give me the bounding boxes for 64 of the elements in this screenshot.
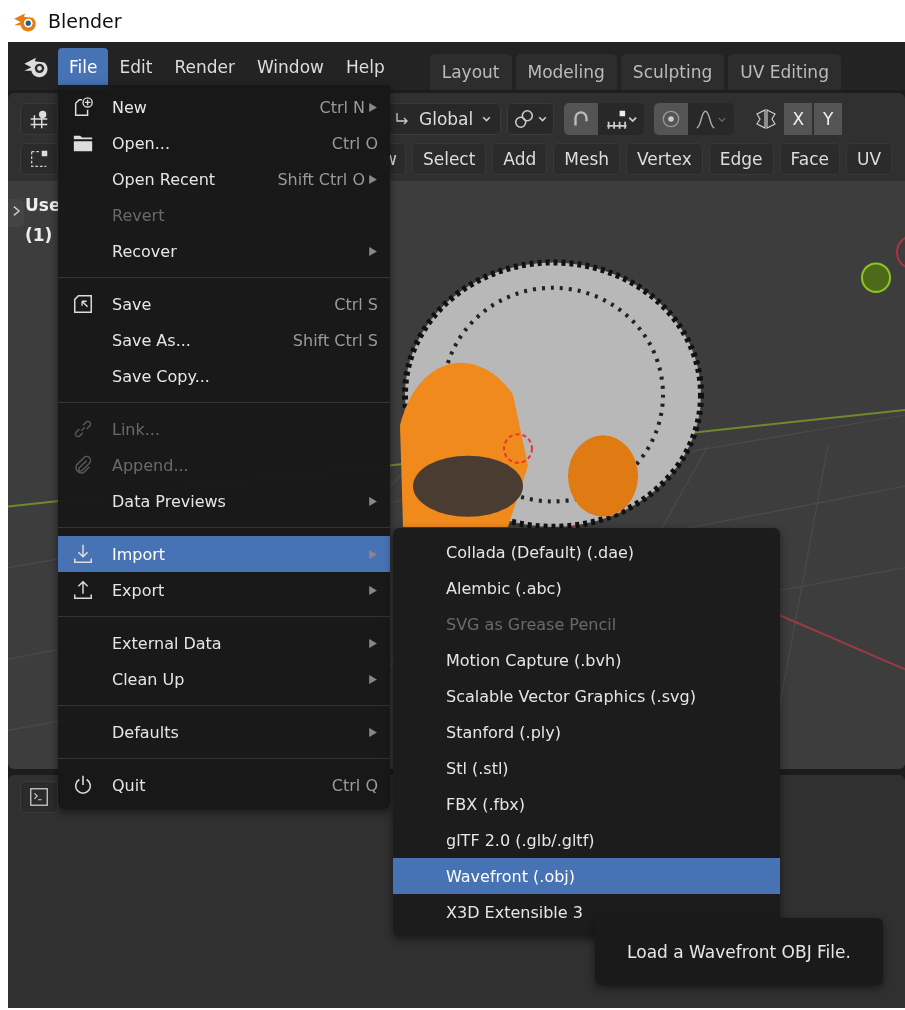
menu-entry[interactable]: glTF 2.0 (.glb/.gltf)	[393, 822, 780, 858]
header-menu[interactable]: UV	[845, 143, 893, 175]
menu-entry[interactable]: Recover	[58, 233, 390, 269]
menu-item[interactable]: Help	[334, 48, 396, 90]
axis-toggle[interactable]: X	[784, 103, 813, 135]
menu-entry[interactable]: Quit Ctrl Q	[58, 767, 390, 803]
menu-entry[interactable]: Clean Up	[58, 661, 390, 697]
viewport-info-text: (1)	[25, 225, 54, 245]
pivot-dropdown[interactable]	[507, 103, 555, 135]
save-icon	[72, 293, 94, 315]
linked-circles-icon	[513, 108, 536, 130]
workspace-tab[interactable]: UV Editing	[728, 54, 841, 90]
menu-entry[interactable]: Data Previews	[58, 483, 390, 519]
window-title: Blender	[48, 10, 122, 32]
power-icon	[72, 774, 94, 796]
menu-entry[interactable]: Import	[58, 536, 390, 572]
snap-toggle[interactable]	[564, 103, 599, 135]
menu-item[interactable]: Window	[245, 48, 335, 90]
menu-entry[interactable]: Export	[58, 572, 390, 608]
menu-entry[interactable]: Save Ctrl S	[58, 286, 390, 322]
chevron-right-icon	[11, 204, 21, 218]
workspace-tab[interactable]: Sculpting	[620, 54, 725, 90]
menu-entry[interactable]: Collada (Default) (.dae)	[393, 534, 780, 570]
proportional-edit-toggle[interactable]	[654, 103, 689, 135]
menu-entry[interactable]: External Data	[58, 625, 390, 661]
menu-item[interactable]: Render	[163, 48, 246, 90]
menu-entry[interactable]: Wavefront (.obj)	[393, 858, 780, 894]
pivot-icon	[28, 108, 50, 130]
menu-item[interactable]: Edit	[108, 48, 164, 90]
menu-entry[interactable]: Save As... Shift Ctrl S	[58, 322, 390, 358]
tooltip-text: Load a Wavefront OBJ File.	[627, 941, 851, 962]
menu-entry[interactable]: Motion Capture (.bvh)	[393, 642, 780, 678]
menu-entry[interactable]: FBX (.fbx)	[393, 786, 780, 822]
header-menu[interactable]: Face	[779, 143, 840, 175]
menu-entry[interactable]: Save Copy...	[58, 358, 390, 394]
menu-entry[interactable]: Defaults	[58, 714, 390, 750]
snap-increment-dropdown[interactable]	[598, 103, 645, 135]
header-menu[interactable]: Vertex	[626, 143, 703, 175]
editor-type-button[interactable]	[20, 781, 58, 813]
transform-pivot-button[interactable]	[20, 103, 58, 135]
header-menu[interactable]: Add	[492, 143, 548, 175]
menu-entry[interactable]: Stanford (.ply)	[393, 714, 780, 750]
menu-entry[interactable]: Stl (.stl)	[393, 750, 780, 786]
select-box-icon	[28, 148, 50, 170]
upload-icon	[72, 579, 94, 601]
new-file-icon	[72, 96, 94, 118]
snap-increment-icon	[604, 108, 639, 130]
axis-toggle[interactable]: Y	[814, 103, 843, 135]
console-icon	[28, 786, 50, 808]
header-menu[interactable]: Edge	[708, 143, 774, 175]
workspace-tab[interactable]: Layout	[429, 54, 512, 90]
menu-entry[interactable]: Alembic (.abc)	[393, 570, 780, 606]
sidebar-toggle[interactable]	[8, 199, 24, 227]
paperclip-icon	[72, 454, 94, 476]
menu-entry[interactable]: Scalable Vector Graphics (.svg)	[393, 678, 780, 714]
falloff-curve-icon	[694, 108, 729, 130]
falloff-dropdown[interactable]	[688, 103, 735, 135]
select-mode-button[interactable]	[20, 143, 58, 175]
download-icon	[72, 543, 94, 565]
header-menu[interactable]: Select	[411, 143, 487, 175]
link-icon	[72, 418, 94, 440]
viewport-info-text: Use	[25, 195, 61, 215]
workspace-tab[interactable]: Modeling	[515, 54, 617, 90]
header-menu[interactable]: Mesh	[553, 143, 621, 175]
